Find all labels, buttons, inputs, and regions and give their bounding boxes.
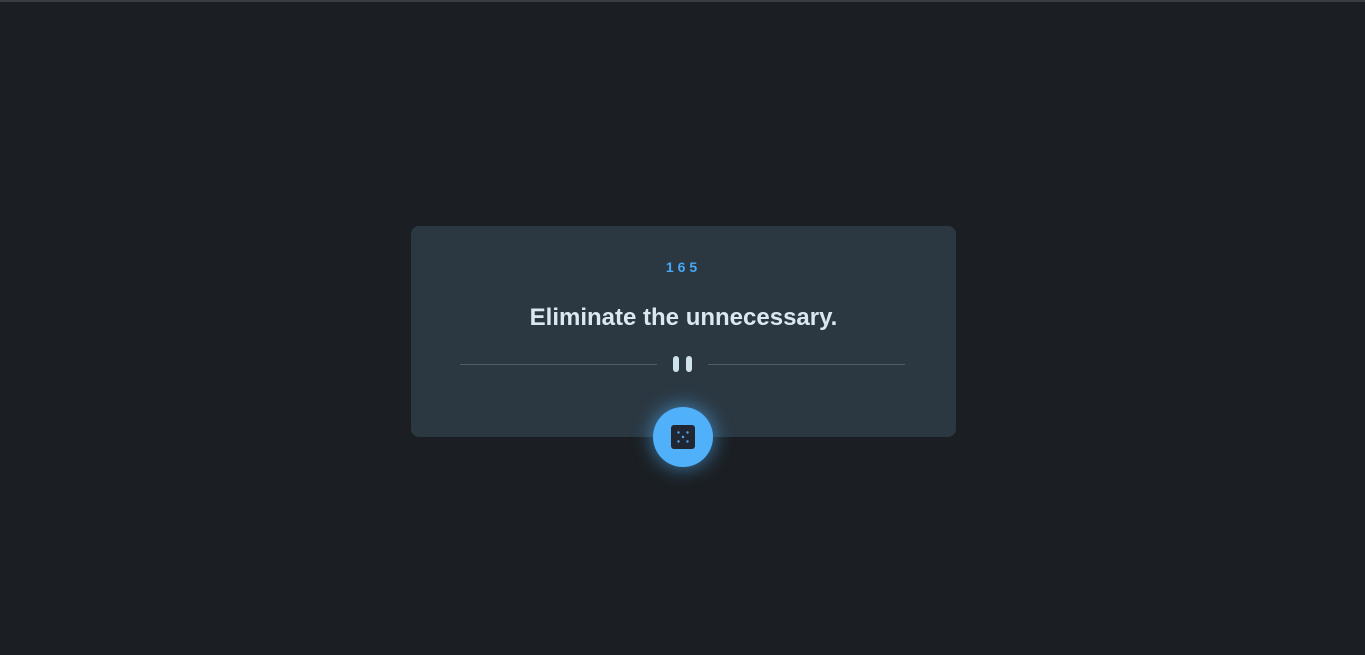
divider-line-right (708, 364, 905, 365)
new-advice-button[interactable] (653, 407, 713, 467)
divider-line-left (460, 364, 657, 365)
dice-icon (671, 425, 695, 449)
divider (460, 355, 905, 373)
advice-id: 165 (665, 259, 702, 275)
advice-card: 165 Eliminate the unnecessary. (411, 226, 956, 437)
pause-icon (673, 356, 693, 372)
advice-text: Eliminate the unnecessary. (529, 304, 838, 331)
pause-bar-right (686, 356, 692, 372)
pause-bar-left (673, 356, 679, 372)
